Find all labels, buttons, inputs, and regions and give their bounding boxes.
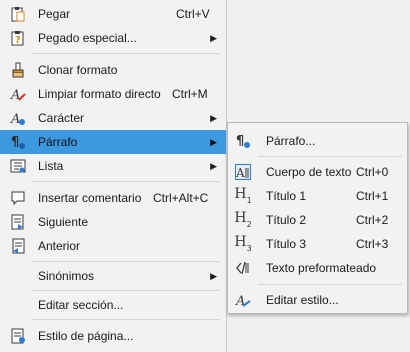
next-comment-icon [10,214,26,230]
submenu-item-heading-2[interactable]: H2 Título 2 Ctrl+2 [228,208,407,232]
submenu-item-label: Título 1 [266,189,307,203]
submenu-arrow-icon: ▶ [210,137,217,147]
submenu-item-body-text[interactable]: A Cuerpo de texto Ctrl+0 [228,160,407,184]
svg-text:¶: ¶ [236,134,244,149]
submenu-item-shortcut: Ctrl+1 [356,189,389,203]
context-menu: Pegar Ctrl+V ? Pegado especial... ▶ Clon… [0,0,227,352]
menu-item-label: Pegado especial... [38,31,137,45]
paragraph-icon: ¶ [10,134,26,150]
submenu-item-label: Cuerpo de texto [266,165,352,179]
submenu-item-shortcut: Ctrl+0 [356,165,389,179]
preformatted-text-icon [235,260,251,276]
menu-item-label: Limpiar formato directo [38,87,161,101]
menu-item-previous-comment[interactable]: Anterior [0,234,226,258]
paste-special-icon: ? [10,30,26,46]
submenu-item-label: Párrafo... [266,134,316,148]
heading-3-icon: H3 [234,234,252,253]
submenu-item-label: Título 2 [266,213,307,227]
edit-style-icon: A [235,292,251,308]
submenu-item-shortcut: Ctrl+3 [356,237,389,251]
menu-item-synonyms[interactable]: Sinónimos ▶ [0,264,226,288]
submenu-item-label: Texto preformateado [266,261,377,275]
menu-item-label: Pegar [38,7,71,21]
menu-item-paragraph[interactable]: ¶ Párrafo ▶ [0,130,226,154]
menu-item-label: Lista [38,159,64,173]
submenu-item-preformatted-text[interactable]: Texto preformateado [228,256,407,280]
menu-separator [258,284,402,285]
menu-item-shortcut: Ctrl+Alt+C [153,191,209,205]
submenu-arrow-icon: ▶ [210,161,217,171]
svg-text:A: A [10,88,20,102]
submenu-item-shortcut: Ctrl+2 [356,213,389,227]
menu-item-label: Anterior [38,239,81,253]
submenu-item-edit-style[interactable]: A Editar estilo... [228,288,407,312]
menu-separator [32,319,220,320]
menu-separator [258,156,402,157]
paragraph-dialog-icon: ¶ [235,133,251,149]
svg-text:A: A [236,166,245,179]
menu-item-label: Siguiente [38,215,89,229]
svg-text:A: A [10,112,20,126]
menu-item-shortcut: Ctrl+M [172,87,208,101]
menu-item-clone-format[interactable]: Clonar formato [0,58,226,82]
menu-item-paste[interactable]: Pegar Ctrl+V [0,2,226,26]
submenu-item-label: Editar estilo... [266,293,339,307]
submenu-arrow-icon: ▶ [210,33,217,43]
menu-item-label: Clonar formato [38,63,118,77]
svg-text:?: ? [15,35,21,46]
menu-separator [32,261,220,262]
svg-text:¶: ¶ [11,135,19,150]
comment-icon [10,190,26,206]
menu-separator [32,290,220,291]
submenu-arrow-icon: ▶ [210,271,217,281]
page-style-icon [10,328,26,344]
list-icon [10,158,26,174]
menu-item-label: Sinónimos [38,269,95,283]
clone-format-brush-icon [10,62,26,78]
submenu-item-heading-3[interactable]: H3 Título 3 Ctrl+3 [228,232,407,256]
menu-item-paste-special[interactable]: ? Pegado especial... ▶ [0,26,226,50]
menu-separator [32,181,220,182]
menu-separator [32,53,220,54]
paste-icon [10,6,26,22]
clear-format-icon: A [10,86,26,102]
submenu-item-label: Título 3 [266,237,307,251]
submenu-item-heading-1[interactable]: H1 Título 1 Ctrl+1 [228,184,407,208]
character-icon: A [10,110,26,126]
menu-item-edit-section[interactable]: Editar sección... [0,293,226,317]
menu-item-clear-direct-format[interactable]: A Limpiar formato directo Ctrl+M [0,82,226,106]
menu-item-label: Editar sección... [38,298,124,312]
submenu-item-paragraph-dialog[interactable]: ¶ Párrafo... [228,129,407,153]
menu-item-label: Insertar comentario [38,191,142,205]
menu-item-label: Estilo de página... [38,329,134,343]
menu-item-character[interactable]: A Carácter ▶ [0,106,226,130]
menu-item-list[interactable]: Lista ▶ [0,154,226,178]
heading-2-icon: H2 [234,210,252,229]
previous-comment-icon [10,238,26,254]
menu-item-shortcut: Ctrl+V [176,7,210,21]
menu-item-page-style[interactable]: Estilo de página... [0,324,226,348]
body-text-icon: A [235,164,251,180]
menu-item-label: Párrafo [38,135,78,149]
menu-item-next-comment[interactable]: Siguiente [0,210,226,234]
menu-item-label: Carácter [38,111,85,125]
menu-item-insert-comment[interactable]: Insertar comentario Ctrl+Alt+C [0,186,226,210]
submenu-arrow-icon: ▶ [210,113,217,123]
heading-1-icon: H1 [234,186,252,205]
paragraph-submenu: ¶ Párrafo... A Cuerpo de texto Ctrl+0 H1… [227,122,408,314]
